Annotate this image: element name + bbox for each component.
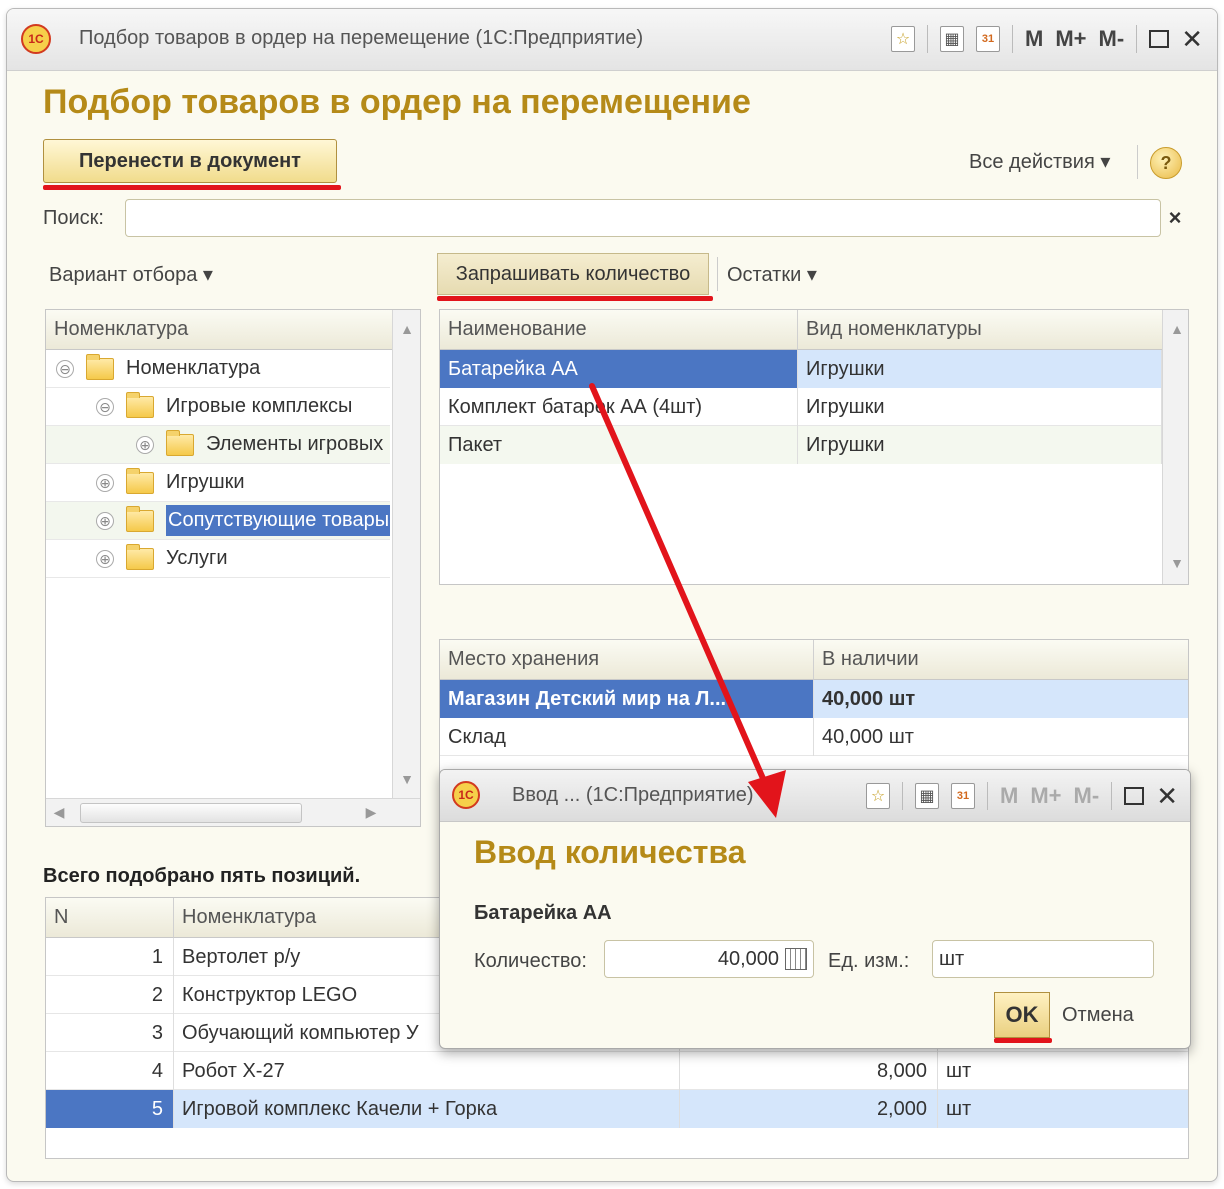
annotation-arrow bbox=[589, 383, 786, 818]
arrow-line bbox=[589, 383, 771, 793]
arrow-head bbox=[748, 770, 786, 818]
